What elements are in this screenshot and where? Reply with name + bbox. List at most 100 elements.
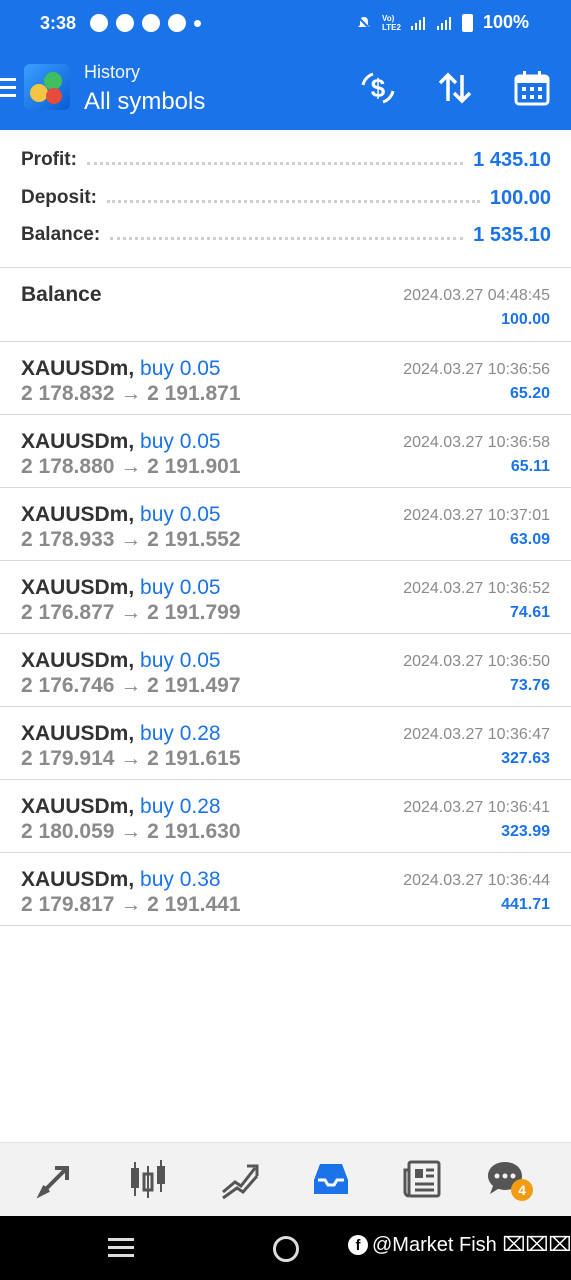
- menu-icon[interactable]: [0, 78, 16, 98]
- deal-row[interactable]: XAUUSDm, buy 0.05 2 176.746 → 2 191.497 …: [0, 634, 571, 707]
- app-header: History All symbols $: [0, 50, 571, 130]
- deal-profit: 63.09: [509, 531, 550, 548]
- deal-row[interactable]: XAUUSDm, buy 0.05 2 178.933 → 2 191.552 …: [0, 488, 571, 561]
- symbol-name: XAUUSDm,: [21, 503, 135, 526]
- symbol-name: XAUUSDm,: [21, 795, 135, 818]
- newspaper-icon: [403, 1160, 441, 1198]
- nav-chart[interactable]: [124, 1155, 172, 1203]
- symbol-name: XAUUSDm,: [21, 649, 135, 672]
- deal-type: buy 0.38: [140, 868, 221, 891]
- balance-value: 1 535.10: [473, 223, 551, 246]
- deal-profit: 65.20: [509, 385, 550, 402]
- battery-icon: [461, 13, 473, 32]
- symbol-name: XAUUSDm,: [21, 868, 135, 891]
- sort-button[interactable]: [433, 66, 477, 110]
- symbol-name: XAUUSDm,: [21, 357, 135, 380]
- deal-prices: 2 180.059 → 2 191.630: [21, 820, 241, 843]
- nav-news[interactable]: [398, 1155, 446, 1203]
- system-status: Vo) LTE2 100%: [356, 12, 529, 33]
- status-bar: 3:38 Vo) LTE2 100%: [0, 0, 571, 46]
- deal-row[interactable]: XAUUSDm, buy 0.05 2 178.880 → 2 191.901 …: [0, 415, 571, 488]
- deal-row[interactable]: XAUUSDm, buy 0.38 2 179.817 → 2 191.441 …: [0, 853, 571, 926]
- balance-entry[interactable]: Balance 2024.03.27 04:48:45 100.00: [0, 268, 571, 342]
- deal-prices: 2 176.746 → 2 191.497: [21, 674, 241, 697]
- more-dot-icon: [194, 19, 202, 27]
- deal-time: 2024.03.27 10:36:41: [403, 799, 550, 816]
- deal-type: buy 0.05: [140, 430, 221, 453]
- symbol-name: XAUUSDm,: [21, 722, 135, 745]
- deal-profit: 323.99: [501, 823, 550, 840]
- balance-entry-label: Balance: [21, 283, 102, 306]
- deal-symbol: XAUUSDm, buy 0.05: [21, 649, 221, 673]
- deal-profit: 327.63: [501, 750, 550, 767]
- nav-messages[interactable]: 4: [481, 1155, 533, 1203]
- top-bar: 3:38 Vo) LTE2 100% History All symbols $: [0, 0, 571, 130]
- deal-symbol: XAUUSDm, buy 0.28: [21, 722, 221, 746]
- metatrader-logo: [24, 64, 70, 110]
- network-label: Vo) LTE2: [381, 13, 401, 32]
- deal-symbol: XAUUSDm, buy 0.05: [21, 503, 221, 527]
- deal-type: buy 0.28: [140, 722, 221, 745]
- recent-apps-icon[interactable]: [108, 1238, 134, 1262]
- nav-history[interactable]: [307, 1155, 355, 1203]
- deal-type: buy 0.28: [140, 795, 221, 818]
- home-icon[interactable]: [273, 1236, 299, 1262]
- deal-time: 2024.03.27 10:36:58: [403, 434, 550, 451]
- deal-type: buy 0.05: [140, 649, 221, 672]
- mute-icon: [357, 15, 371, 30]
- deal-symbol: XAUUSDm, buy 0.38: [21, 868, 221, 892]
- deal-row[interactable]: XAUUSDm, buy 0.05 2 176.877 → 2 191.799 …: [0, 561, 571, 634]
- dotted-leader: [107, 199, 480, 203]
- signal-icon: [410, 16, 425, 30]
- deal-time: 2024.03.27 10:36:47: [403, 726, 550, 743]
- message-icon: [90, 14, 109, 32]
- messenger-icon: [168, 14, 187, 32]
- profit-label: Profit:: [21, 149, 77, 170]
- deal-profit: 73.76: [509, 677, 550, 694]
- dotted-leader: [110, 236, 464, 240]
- deal-symbol: XAUUSDm, buy 0.05: [21, 357, 221, 381]
- deal-type: buy 0.05: [140, 576, 221, 599]
- whatsapp-icon: [116, 14, 135, 32]
- deal-time: 2024.03.27 10:36:44: [403, 872, 550, 889]
- account-summary: Profit: 1 435.10 Deposit: 100.00 Balance…: [0, 140, 571, 268]
- trade-lines-icon: [222, 1164, 259, 1200]
- inbox-tray-icon: [314, 1164, 348, 1194]
- balance-entry-time: 2024.03.27 04:48:45: [403, 287, 550, 304]
- deal-profit: 74.61: [509, 604, 550, 621]
- nav-trade[interactable]: [216, 1155, 264, 1203]
- nav-quotes[interactable]: [32, 1155, 80, 1203]
- deal-time: 2024.03.27 10:36:50: [403, 653, 550, 670]
- unread-badge: 4: [511, 1179, 533, 1201]
- deal-symbol: XAUUSDm, buy 0.05: [21, 576, 221, 600]
- deal-prices: 2 178.933 → 2 191.552: [21, 528, 241, 551]
- page-title[interactable]: All symbols: [84, 88, 205, 116]
- deal-row[interactable]: XAUUSDm, buy 0.28 2 179.914 → 2 191.615 …: [0, 707, 571, 780]
- candlestick-icon: [131, 1160, 165, 1198]
- sort-arrows-icon: [438, 72, 472, 104]
- deal-row[interactable]: XAUUSDm, buy 0.05 2 178.832 → 2 191.871 …: [0, 342, 571, 415]
- deal-profit: 441.71: [501, 896, 550, 913]
- symbol-name: XAUUSDm,: [21, 430, 135, 453]
- notification-icons: [90, 14, 202, 32]
- quotes-arrows-icon: [36, 1166, 69, 1199]
- dotted-leader: [86, 161, 464, 165]
- deal-type: buy 0.05: [140, 357, 221, 380]
- deposit-value: 100.00: [489, 186, 551, 209]
- deal-prices: 2 176.877 → 2 191.799: [21, 601, 241, 624]
- signal-icon-2: [436, 16, 451, 30]
- svg-text:$: $: [371, 73, 386, 103]
- deposit-row: Deposit: 100.00: [21, 183, 551, 213]
- deal-prices: 2 178.880 → 2 191.901: [21, 455, 241, 478]
- deal-time: 2024.03.27 10:36:52: [403, 580, 550, 597]
- deal-row[interactable]: XAUUSDm, buy 0.28 2 180.059 → 2 191.630 …: [0, 780, 571, 853]
- watermark: f @Market Fish ⌧⌧⌧: [348, 1232, 571, 1257]
- fan-icon: [142, 14, 161, 32]
- status-time: 3:38: [40, 12, 77, 33]
- header-subtitle: History: [84, 62, 141, 82]
- deal-profit: 65.11: [510, 458, 550, 475]
- profit-row: Profit: 1 435.10: [21, 145, 551, 175]
- deposit-label: Deposit:: [21, 187, 97, 208]
- calendar-button[interactable]: [510, 66, 554, 110]
- currency-filter-button[interactable]: $: [356, 66, 400, 110]
